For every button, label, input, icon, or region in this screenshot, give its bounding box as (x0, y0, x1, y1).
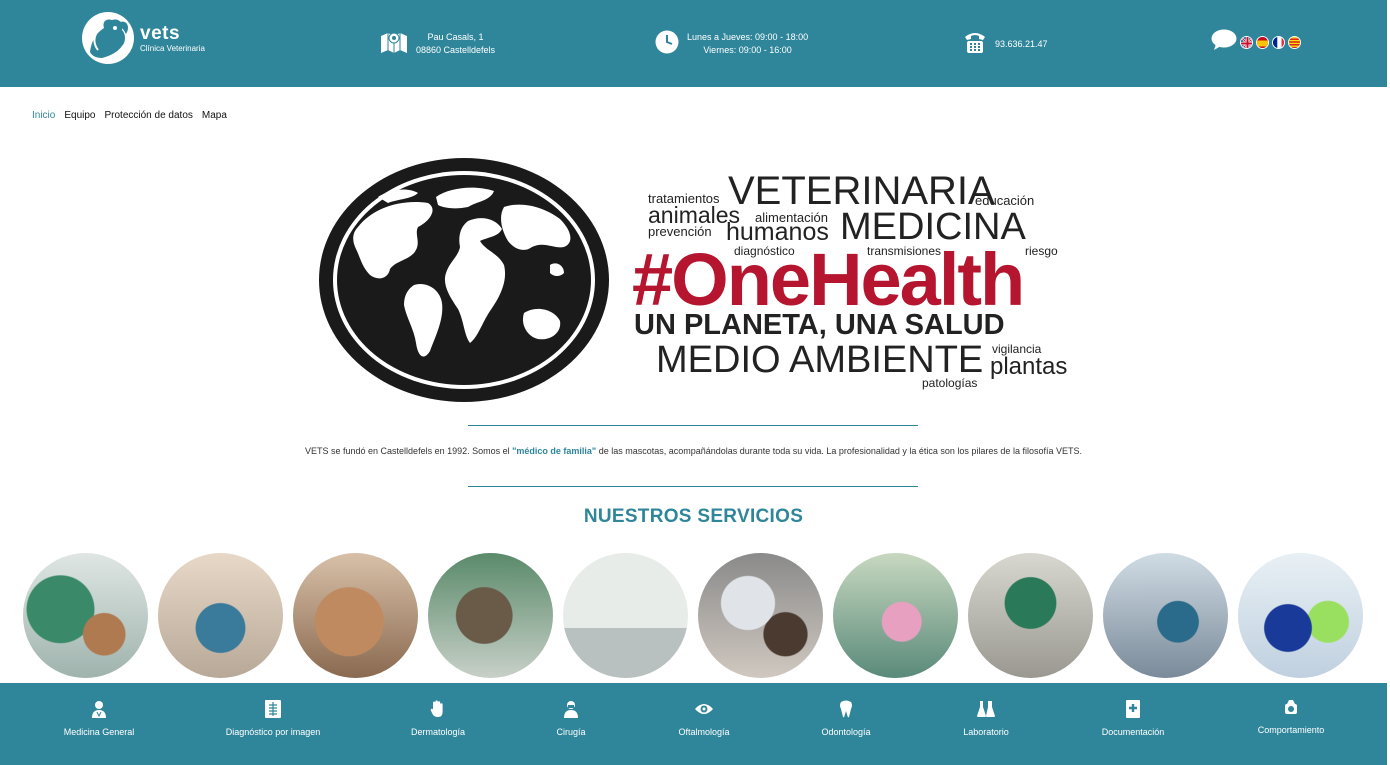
phone-number: 93.636.21.47 (995, 38, 1048, 49)
nav-item-equipo[interactable]: Equipo (64, 110, 95, 121)
service-label: Odontología (821, 727, 871, 737)
flag-fr-icon[interactable] (1272, 36, 1285, 49)
hand-icon (363, 699, 513, 719)
photo-laboratorio[interactable] (1103, 553, 1228, 678)
language-selector (1211, 29, 1301, 56)
medical-book-icon (1058, 699, 1208, 719)
hours-line1: Lunes a Jueves: 09:00 - 18:00 (687, 32, 809, 42)
service-label: Cirugía (556, 727, 586, 737)
doctor-icon (24, 699, 174, 719)
service-label: Comportamiento (1257, 725, 1325, 735)
hero-banner: tratamientos VETERINARIA educación anima… (318, 155, 1078, 405)
flag-en-icon[interactable] (1240, 36, 1253, 49)
service-laboratorio[interactable]: Laboratorio (911, 699, 1061, 737)
word-patologias: patologías (922, 376, 978, 390)
nav-item-proteccion-datos[interactable]: Protección de datos (105, 110, 193, 121)
service-diagnostico-imagen[interactable]: Diagnóstico por imagen (198, 699, 348, 737)
main-nav: Inicio Equipo Protección de datos Mapa (32, 110, 227, 121)
logo-name: vets (140, 22, 181, 44)
photo-cirugia-quirofano[interactable] (158, 553, 283, 678)
photo-dermatologia[interactable] (293, 553, 418, 678)
photo-consulta[interactable] (563, 553, 688, 678)
photo-medicina-general[interactable] (23, 553, 148, 678)
service-odontologia[interactable]: Odontología (771, 699, 921, 737)
word-riesgo: riesgo (1025, 244, 1058, 258)
service-comportamiento[interactable]: Comportamiento (1216, 697, 1366, 735)
site-header: vets Clínica Veterinaria Pau Casals, 1 0… (0, 0, 1387, 87)
family-doctor-highlight: "médico de familia" (512, 446, 597, 456)
hours-info: Lunes a Jueves: 09:00 - 18:00 Viernes: 0… (655, 30, 808, 58)
chat-bubble-icon[interactable] (1211, 29, 1237, 56)
address-line1: Pau Casals, 1 (427, 32, 484, 42)
logo[interactable]: vets Clínica Veterinaria (82, 12, 205, 64)
word-plantas: plantas (990, 353, 1068, 380)
address-info: Pau Casals, 1 08860 Castelldefels (380, 30, 495, 58)
word-cloud: tratamientos VETERINARIA educación anima… (628, 155, 1078, 405)
service-documentacion[interactable]: Documentación (1058, 699, 1208, 737)
word-medio-ambiente: MEDIO AMBIENTE (656, 339, 984, 381)
hours-line2: Viernes: 09:00 - 16:00 (703, 45, 792, 55)
service-label: Oftalmología (678, 727, 730, 737)
flask-icon (911, 699, 1061, 719)
eye-icon (629, 699, 779, 719)
address-line2: 08860 Castelldefels (416, 45, 496, 55)
nav-item-inicio[interactable]: Inicio (32, 110, 55, 121)
service-photos (0, 553, 1387, 679)
service-oftalmologia[interactable]: Oftalmología (629, 699, 779, 737)
flag-ca-icon[interactable] (1288, 36, 1301, 49)
word-veterinaria: VETERINARIA (728, 169, 995, 213)
xray-icon (198, 699, 348, 719)
pet-behavior-icon (1216, 697, 1366, 717)
photo-oftalmologia[interactable] (698, 553, 823, 678)
photo-gato[interactable] (428, 553, 553, 678)
globe-icon (318, 157, 610, 408)
services-bar: Medicina General Diagnóstico por imagen … (0, 683, 1387, 765)
word-onehealth: #OneHealth (632, 238, 1025, 321)
service-label: Dermatología (410, 727, 466, 737)
service-dermatologia[interactable]: Dermatología (363, 699, 513, 737)
phone-icon (963, 30, 987, 58)
tooth-icon (771, 699, 921, 719)
services-title: NUESTROS SERVICIOS (583, 506, 804, 527)
photo-documentacion[interactable] (1238, 553, 1363, 678)
word-un-planeta: UN PLANETA, UNA SALUD (634, 309, 1005, 341)
phone-info[interactable]: 93.636.21.47 (963, 30, 1048, 58)
divider-bottom (468, 486, 918, 487)
surgeon-icon (496, 699, 646, 719)
photo-exploracion[interactable] (968, 553, 1093, 678)
service-label: Diagnóstico por imagen (225, 727, 321, 737)
photo-odontologia[interactable] (833, 553, 958, 678)
logo-dog-icon (82, 12, 134, 64)
map-icon (380, 30, 408, 58)
service-label: Medicina General (63, 727, 135, 737)
divider-top (468, 425, 918, 426)
logo-subtitle: Clínica Veterinaria (140, 43, 205, 53)
nav-item-mapa[interactable]: Mapa (202, 110, 227, 121)
word-prevencion: prevención (648, 224, 712, 239)
service-label: Laboratorio (963, 727, 1009, 737)
flag-es-icon[interactable] (1256, 36, 1269, 49)
clock-icon (655, 30, 679, 58)
service-cirugia[interactable]: Cirugía (496, 699, 646, 737)
service-label: Documentación (1101, 727, 1165, 737)
about-text: VETS se fundó en Castelldefels en 1992. … (305, 446, 1082, 456)
service-medicina-general[interactable]: Medicina General (24, 699, 174, 737)
